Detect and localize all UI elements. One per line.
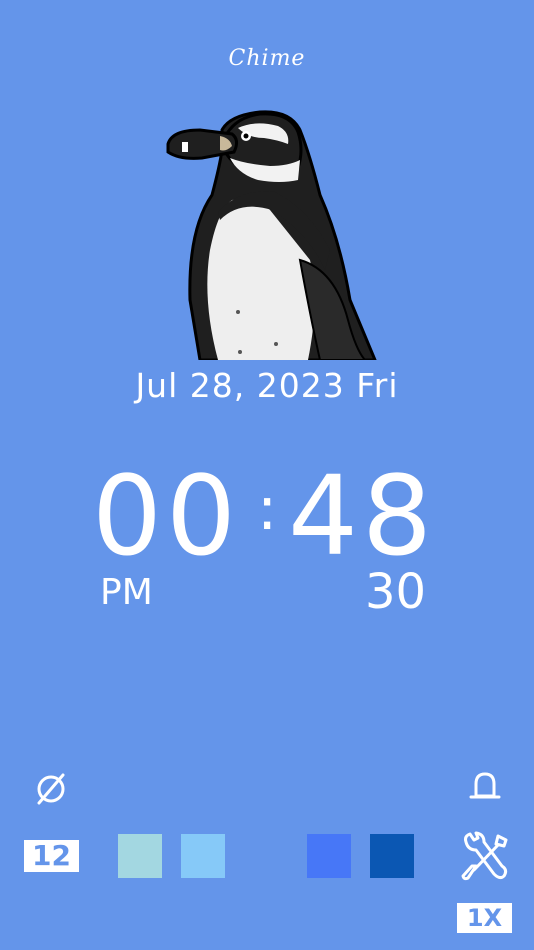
date-text: Jul 28, 2023 [135,366,345,405]
time-display: 00 : 48 [0,452,534,580]
hours-text: 00 [92,452,240,580]
no-sound-icon[interactable] [32,770,70,808]
ampm-text: PM [100,572,153,613]
swatch-navy[interactable] [370,834,414,878]
swatch-blue[interactable] [307,834,351,878]
hour-format-button[interactable]: 12 [24,840,79,872]
bell-icon[interactable] [466,768,504,806]
seconds-text: 30 [365,564,427,620]
penguin-image [166,110,377,360]
weekday-text: Fri [356,366,399,405]
tools-icon[interactable] [458,830,512,884]
app-title: Chime [228,46,306,71]
time-colon: : [257,474,278,544]
speed-button[interactable]: 1X [457,903,512,933]
minutes-text: 48 [288,452,436,580]
date-display: Jul 28, 2023 Fri [0,366,534,405]
swatch-teal-light[interactable] [118,834,162,878]
swatch-sky[interactable] [181,834,225,878]
